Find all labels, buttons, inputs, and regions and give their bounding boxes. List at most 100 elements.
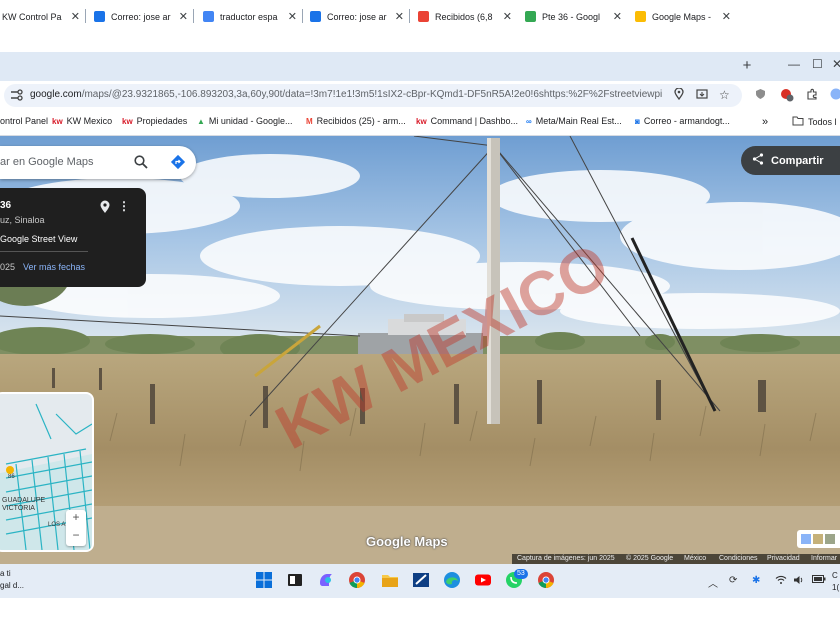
bookmarks-overflow-button[interactable]: » bbox=[762, 116, 768, 128]
profile-icon[interactable] bbox=[830, 88, 840, 103]
tab-close-icon[interactable]: ✕ bbox=[391, 10, 408, 23]
file-explorer-icon[interactable] bbox=[381, 571, 399, 589]
battery-icon[interactable] bbox=[812, 575, 826, 586]
tab-separator bbox=[302, 9, 303, 23]
whatsapp-badge: 53 bbox=[514, 569, 528, 579]
new-tab-button[interactable]: + bbox=[738, 57, 756, 75]
bookmark-item[interactable]: M Recibidos (25) - arm... bbox=[306, 116, 406, 126]
share-icon bbox=[752, 153, 764, 168]
tab-strip bbox=[0, 52, 840, 81]
tab-close-icon[interactable]: ✕ bbox=[175, 10, 192, 23]
maps-pin-icon bbox=[525, 11, 536, 22]
copyright: © 2025 Google bbox=[626, 555, 674, 562]
start-icon[interactable] bbox=[255, 571, 273, 589]
card-source: Google Street View bbox=[0, 234, 78, 244]
browser-tab[interactable]: Recibidos (6,8 ✕ bbox=[412, 4, 516, 29]
copilot-icon[interactable] bbox=[317, 571, 335, 589]
minimap-label: GUADALUPE bbox=[2, 497, 46, 504]
bookmark-star-icon[interactable]: ☆ bbox=[719, 88, 730, 102]
tray-overflow-icon[interactable]: ︿ bbox=[708, 575, 718, 590]
bookmark-label: Correo - armandogt... bbox=[643, 116, 730, 126]
pegman-icon[interactable] bbox=[6, 466, 14, 474]
more-dates-link[interactable]: Ver más fechas bbox=[23, 262, 85, 272]
browser-tab[interactable]: Correo: jose ar ✕ bbox=[88, 4, 192, 29]
minimap-label: LOS A bbox=[48, 522, 65, 528]
imagery-thumbnail-button[interactable] bbox=[797, 530, 840, 548]
minimize-icon[interactable]: — bbox=[788, 57, 800, 71]
tab-close-icon[interactable]: ✕ bbox=[499, 10, 516, 23]
volume-icon[interactable] bbox=[793, 575, 805, 588]
maximize-icon[interactable]: ☐ bbox=[812, 57, 823, 71]
bookmark-item[interactable]: kw Propiedades bbox=[122, 116, 187, 126]
search-icon[interactable] bbox=[134, 155, 148, 174]
privacy-link[interactable]: Privacidad bbox=[767, 554, 800, 564]
zoom-out-button[interactable]: − bbox=[66, 528, 86, 542]
bookmark-item[interactable]: kw KW Mexico bbox=[52, 116, 112, 126]
zoom-in-button[interactable]: + bbox=[66, 510, 86, 524]
chrome-icon[interactable] bbox=[348, 571, 366, 589]
region-link[interactable]: México bbox=[684, 554, 706, 564]
clock-line-1: C bbox=[832, 571, 838, 580]
tab-title: KW Control Pa bbox=[2, 11, 62, 22]
meta-icon: ∞ bbox=[526, 116, 532, 126]
tab-close-icon[interactable]: ✕ bbox=[609, 10, 626, 23]
bluetooth-icon[interactable]: ✱ bbox=[752, 575, 760, 586]
chrome-profile-icon[interactable] bbox=[537, 571, 555, 589]
bookmark-item[interactable]: ontrol Panel bbox=[0, 116, 48, 126]
sync-icon[interactable]: ⟳ bbox=[729, 575, 737, 586]
task-view-icon[interactable] bbox=[286, 571, 304, 589]
card-date: 025 bbox=[0, 262, 16, 272]
edge-icon[interactable] bbox=[443, 571, 461, 589]
bookmark-item[interactable]: ◙ Correo - armandogt... bbox=[635, 116, 730, 126]
maps-search-input[interactable]: ar en Google Maps bbox=[0, 156, 94, 168]
close-window-icon[interactable]: ✕ bbox=[832, 57, 840, 71]
all-bookmarks-label: Todos l bbox=[808, 117, 837, 127]
remote-desktop-icon[interactable] bbox=[412, 571, 430, 589]
tab-close-icon[interactable]: ✕ bbox=[67, 10, 84, 23]
youtube-icon[interactable] bbox=[474, 571, 492, 589]
clock[interactable]: C 1( bbox=[832, 570, 839, 594]
more-options-icon[interactable]: ⋮ bbox=[118, 199, 130, 213]
outlook-icon: ◙ bbox=[635, 116, 640, 126]
share-button[interactable]: Compartir bbox=[741, 146, 840, 175]
extension-badge-icon[interactable] bbox=[780, 88, 794, 105]
imagery-date: Captura de imágenes: jun 2025 bbox=[517, 555, 615, 562]
browser-tab[interactable]: Correo: jose ar ✕ bbox=[304, 4, 408, 29]
report-link[interactable]: Informar bbox=[811, 554, 837, 564]
location-icon[interactable] bbox=[674, 87, 684, 103]
url-text[interactable]: google.com/maps/@23.9321865,-106.893203,… bbox=[30, 89, 662, 100]
tab-separator bbox=[193, 9, 194, 23]
tab-close-icon[interactable]: ✕ bbox=[284, 10, 301, 23]
extensions-puzzle-icon[interactable] bbox=[806, 88, 818, 103]
weather-line-1: a ti bbox=[0, 569, 11, 578]
maps-icon bbox=[635, 11, 646, 22]
site-info-icon[interactable] bbox=[10, 89, 23, 104]
map-pin-icon[interactable] bbox=[99, 200, 111, 219]
bookmark-item[interactable]: ▲ Mi unidad - Google... bbox=[197, 116, 292, 126]
bookmark-item[interactable]: ∞ Meta/Main Real Est... bbox=[526, 116, 622, 126]
browser-tab[interactable]: traductor espa ✕ bbox=[197, 4, 301, 29]
install-app-icon[interactable] bbox=[696, 88, 708, 103]
tab-title: Correo: jose ar bbox=[111, 11, 171, 22]
tab-close-icon[interactable]: ✕ bbox=[718, 10, 735, 23]
bookmark-item[interactable]: kw Command | Dashbo... bbox=[416, 116, 518, 126]
bookmark-label: Meta/Main Real Est... bbox=[535, 116, 622, 126]
terms-link[interactable]: Condiciones bbox=[719, 554, 758, 564]
tab-title: Recibidos (6,8 bbox=[435, 11, 493, 22]
weather-widget[interactable]: a ti gal d... bbox=[0, 568, 24, 592]
minimap-label: VICTORIA bbox=[2, 505, 35, 512]
wifi-icon[interactable] bbox=[775, 575, 787, 588]
tab-separator bbox=[85, 9, 86, 23]
directions-icon[interactable] bbox=[170, 154, 186, 175]
bottom-margin bbox=[0, 598, 840, 630]
google-maps-logo: Google Maps bbox=[366, 534, 448, 549]
extension-shield-icon[interactable] bbox=[755, 88, 766, 103]
browser-tab[interactable]: Google Maps - ✕ bbox=[629, 4, 735, 29]
tab-title: Correo: jose ar bbox=[327, 11, 387, 22]
all-bookmarks-folder[interactable]: Todos l bbox=[792, 116, 837, 128]
bookmark-label: Recibidos (25) - arm... bbox=[316, 116, 406, 126]
browser-tab[interactable]: KW Control Pa ✕ bbox=[0, 4, 84, 29]
browser-tab[interactable]: Pte 36 - Googl ✕ bbox=[519, 4, 626, 29]
card-title: 36 bbox=[0, 200, 12, 211]
folder-icon bbox=[792, 116, 804, 128]
